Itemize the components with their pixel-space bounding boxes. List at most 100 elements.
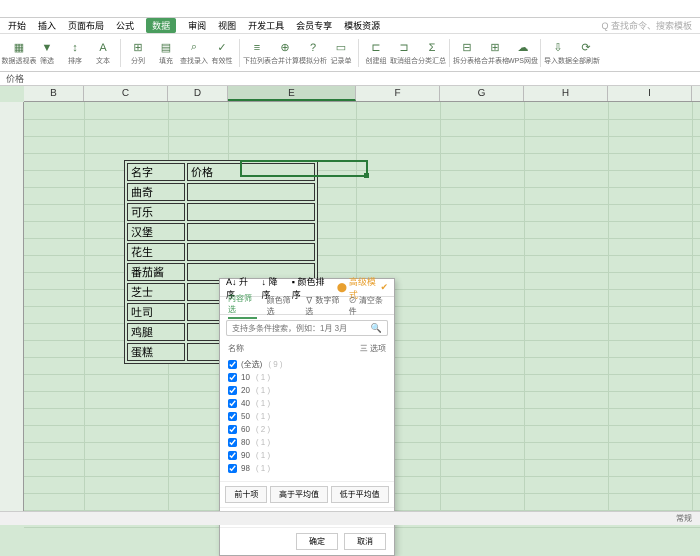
group-button[interactable]: ⊏创建组 [363,37,389,69]
filter-checkbox[interactable] [228,425,237,434]
table-merge-icon: ⊞ [487,40,503,56]
formula-bar[interactable]: 价格 [0,72,700,86]
cell[interactable]: 芝士 [127,283,185,301]
merge-table-button[interactable]: ⊞合并表格 [482,37,508,69]
col-header-E[interactable]: E [228,86,356,101]
filter-item[interactable]: 98( 1 ) [228,462,386,475]
text-icon: A [95,40,111,56]
split-table-button[interactable]: ⊟拆分表格 [454,37,480,69]
cell[interactable]: 蛋糕 [127,343,185,361]
filter-item[interactable]: 80( 1 ) [228,436,386,449]
subtotal-icon: Σ [424,40,440,56]
filter-item[interactable]: 20( 1 ) [228,384,386,397]
menu-item[interactable]: 会员专享 [296,19,332,32]
menu-item[interactable]: 页面布局 [68,19,104,32]
filter-checkbox[interactable] [228,360,237,369]
tab-number-filter[interactable]: ∇ 数字筛选 [305,295,342,317]
cell[interactable]: 曲奇 [127,183,185,201]
cell[interactable]: 鸡腿 [127,323,185,341]
validation-button[interactable]: ✓有效性 [209,37,235,69]
menu-item[interactable]: 开始 [8,19,26,32]
col-header-I[interactable]: I [608,86,692,101]
tab-color-filter[interactable]: 颜色筛选 [267,295,296,317]
col-header-B[interactable]: B [24,86,84,101]
form-icon: ▭ [333,40,349,56]
funnel-icon: ▼ [39,40,55,56]
cloud-button[interactable]: ☁WPS网盘 [510,37,536,69]
ungroup-button[interactable]: ⊐取消组合 [391,37,417,69]
cell[interactable]: 名字 [127,163,185,181]
import-button[interactable]: ⇩导入数据 [545,37,571,69]
cell[interactable]: 可乐 [127,203,185,221]
record-button[interactable]: ▭记录单 [328,37,354,69]
filter-checkbox[interactable] [228,451,237,460]
split-col-button[interactable]: ⊞分列 [125,37,151,69]
menu-item[interactable]: 公式 [116,19,134,32]
consolidate-button[interactable]: ⊕合并计算 [272,37,298,69]
filter-item[interactable]: 10( 1 ) [228,371,386,384]
split-icon: ⊞ [130,40,146,56]
filter-checkbox[interactable] [228,464,237,473]
lookup-button[interactable]: ⌕查找录入 [181,37,207,69]
top-ten-button[interactable]: 前十项 [225,486,267,503]
cloud-icon: ☁ [515,40,531,56]
filter-search-input[interactable] [232,324,371,333]
options-label[interactable]: 三 选项 [360,343,386,354]
filter-item[interactable]: 90( 1 ) [228,449,386,462]
cell[interactable] [187,243,315,261]
filter-item[interactable]: (全选)( 9 ) [228,358,386,371]
col-header-D[interactable]: D [168,86,228,101]
pivot-icon: ▦ [11,40,27,56]
tab-content-filter[interactable]: 内容筛选 [228,293,257,319]
title-bar [0,0,700,18]
column-headers: BCDEFGHI [24,86,700,102]
tab-clear-conditions[interactable]: ⊘ 清空条件 [349,295,386,317]
filter-search-box[interactable]: 🔍 [226,320,388,336]
subtotal-button[interactable]: Σ分类汇总 [419,37,445,69]
sort-button[interactable]: ↕排序 [62,37,88,69]
filter-checkbox[interactable] [228,399,237,408]
pivot-button[interactable]: ▦数据透视表 [6,37,32,69]
search-hint[interactable]: Q 查找命令、搜索模板 [601,19,692,32]
cell[interactable] [187,183,315,201]
fill-button[interactable]: ▤填充 [153,37,179,69]
refresh-icon: ⟳ [578,40,594,56]
refresh-button[interactable]: ⟳全部刷新 [573,37,599,69]
cell[interactable] [187,203,315,221]
above-avg-button[interactable]: 高于平均值 [270,486,328,503]
menu-item[interactable]: 模板资源 [344,19,380,32]
cell[interactable]: 吐司 [127,303,185,321]
filter-button[interactable]: ▼筛选 [34,37,60,69]
filter-checkbox[interactable] [228,438,237,447]
cell[interactable]: 番茄酱 [127,263,185,281]
filter-item[interactable]: 60( 2 ) [228,423,386,436]
search-icon: 🔍 [371,323,382,334]
filter-checkbox[interactable] [228,386,237,395]
dropdown-button[interactable]: ≡下拉列表 [244,37,270,69]
filter-checkbox[interactable] [228,412,237,421]
col-header-F[interactable]: F [356,86,440,101]
col-header-C[interactable]: C [84,86,168,101]
col-header-G[interactable]: G [440,86,524,101]
filter-item[interactable]: 40( 1 ) [228,397,386,410]
menu-item[interactable]: 插入 [38,19,56,32]
lookup-icon: ⌕ [186,40,202,56]
filter-item[interactable]: 50( 1 ) [228,410,386,423]
cell[interactable]: 汉堡 [127,223,185,241]
filter-checkbox[interactable] [228,373,237,382]
menu-item[interactable]: 开发工具 [248,19,284,32]
cell[interactable] [187,223,315,241]
status-bar: 常规 [0,511,700,525]
whatif-button[interactable]: ?模拟分析 [300,37,326,69]
menu-item[interactable]: 审阅 [188,19,206,32]
col-header-H[interactable]: H [524,86,608,101]
text-button[interactable]: A文本 [90,37,116,69]
below-avg-button[interactable]: 低于平均值 [331,486,389,503]
cell[interactable]: 花生 [127,243,185,261]
ok-button[interactable]: 确定 [296,533,338,550]
cell[interactable]: 价格 [187,163,315,181]
cancel-button[interactable]: 取消 [344,533,386,550]
menu-item[interactable]: 视图 [218,19,236,32]
menu-item-data[interactable]: 数据 [146,18,176,33]
merge-icon: ⊕ [277,40,293,56]
